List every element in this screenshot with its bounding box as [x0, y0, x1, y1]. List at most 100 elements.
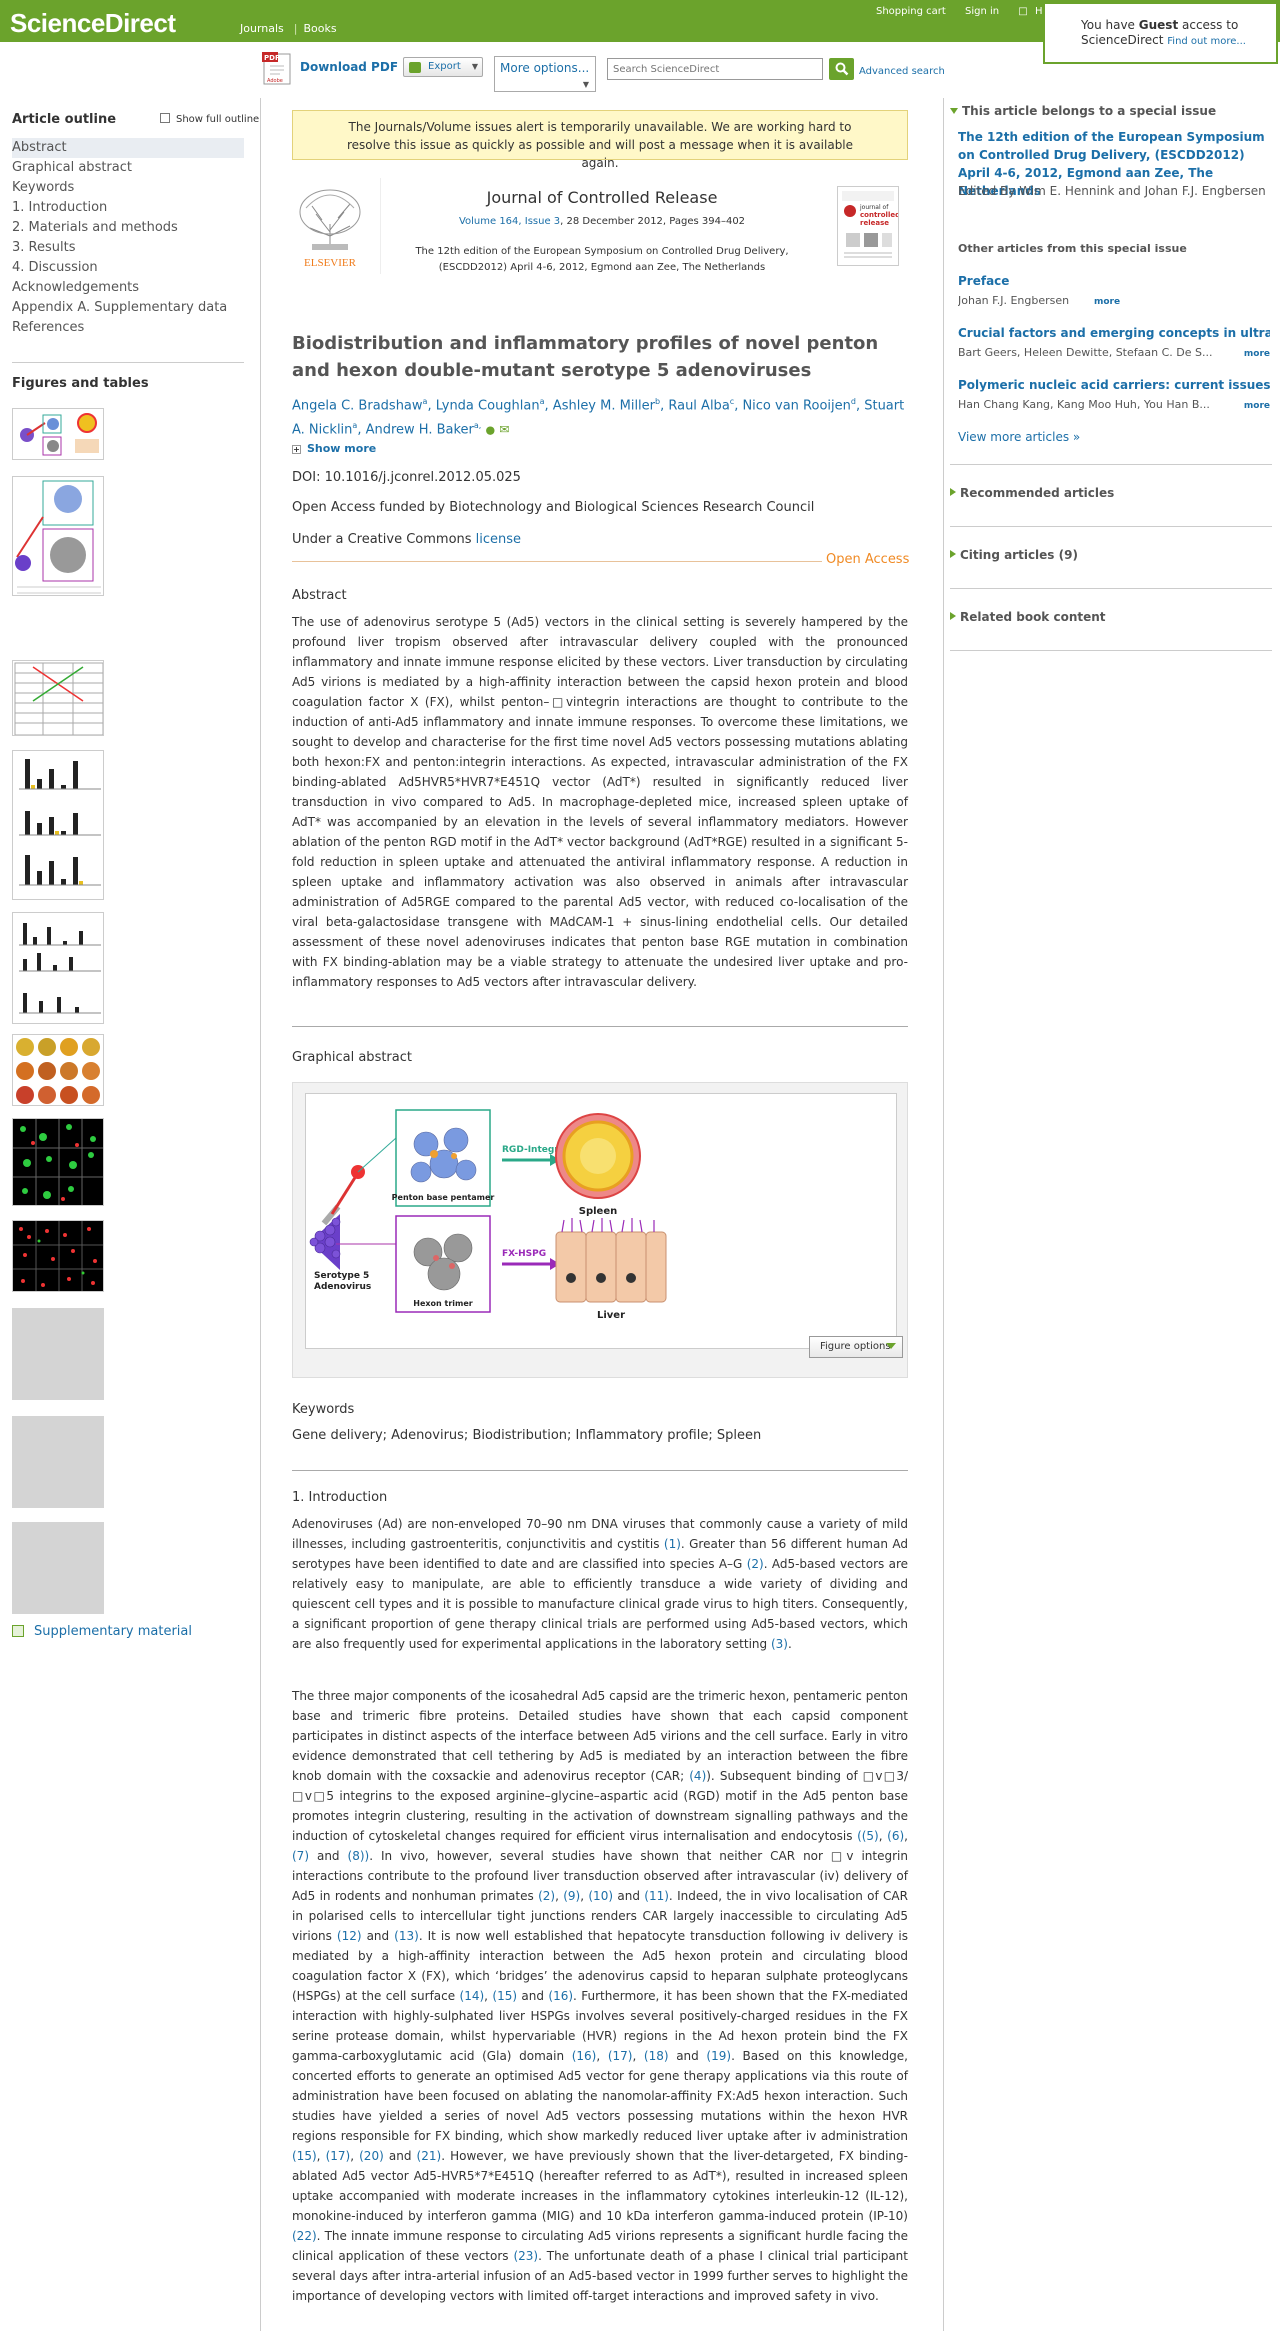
- related-book-content-toggle[interactable]: Related book content: [950, 610, 1106, 624]
- outline-item-acknowledgements[interactable]: Acknowledgements: [12, 278, 244, 298]
- checkbox-icon[interactable]: [160, 113, 170, 123]
- reference-link[interactable]: (21): [417, 2149, 442, 2163]
- author-affiliation[interactable]: b: [655, 397, 660, 406]
- reference-link[interactable]: (15): [492, 1989, 517, 2003]
- reference-link[interactable]: (18): [644, 2049, 669, 2063]
- reference-link[interactable]: (20): [359, 2149, 384, 2163]
- shopping-cart-link[interactable]: Shopping cart: [876, 6, 946, 17]
- more-link[interactable]: more: [1237, 349, 1270, 359]
- recommended-articles-toggle[interactable]: Recommended articles: [950, 486, 1114, 500]
- search-button[interactable]: [829, 58, 854, 80]
- author-affiliation[interactable]: a: [423, 397, 428, 406]
- author-affiliation[interactable]: c: [730, 397, 734, 406]
- figure-thumbnail[interactable]: [12, 1118, 104, 1206]
- more-link[interactable]: more: [1088, 297, 1121, 307]
- show-full-outline-toggle[interactable]: Show full outline: [160, 113, 259, 125]
- outline-item-materials-methods[interactable]: 2. Materials and methods: [12, 218, 244, 238]
- figures-tables-title: Figures and tables: [12, 376, 149, 391]
- reference-link[interactable]: (7): [292, 1849, 309, 1863]
- download-pdf-link[interactable]: Download PDF: [300, 60, 398, 74]
- reference-link[interactable]: (6): [887, 1829, 904, 1843]
- reference-link[interactable]: (3): [771, 1637, 788, 1651]
- reference-link[interactable]: (12): [337, 1929, 362, 1943]
- view-more-articles-link[interactable]: View more articles »: [958, 428, 1270, 446]
- special-issue-heading[interactable]: This article belongs to a special issue: [950, 104, 1216, 118]
- doi[interactable]: DOI: 10.1016/j.jconrel.2012.05.025: [292, 470, 521, 485]
- reference-link[interactable]: (16): [572, 2049, 597, 2063]
- figure-thumbnail[interactable]: [12, 660, 104, 736]
- figure-thumbnail-placeholder[interactable]: [12, 1416, 104, 1508]
- author-link[interactable]: Nico van Rooijen: [742, 398, 850, 413]
- reference-link[interactable]: (2): [538, 1889, 555, 1903]
- advanced-search-link[interactable]: Advanced search: [859, 66, 945, 77]
- author-link[interactable]: Andrew H. Baker: [366, 423, 474, 438]
- license-link[interactable]: license: [476, 532, 521, 547]
- author-affiliation[interactable]: a: [352, 421, 357, 430]
- outline-item-results[interactable]: 3. Results: [12, 238, 244, 258]
- sign-in-link[interactable]: Sign in: [965, 6, 999, 17]
- figure-thumbnail[interactable]: [12, 912, 104, 1024]
- export-button[interactable]: Export ▼: [403, 57, 483, 77]
- help-icon[interactable]: □: [1018, 6, 1027, 17]
- email-icon[interactable]: ✉: [499, 423, 509, 437]
- reference-link[interactable]: (15): [292, 2149, 317, 2163]
- citing-articles-toggle[interactable]: Citing articles (9): [950, 548, 1078, 562]
- figure-thumbnail[interactable]: [12, 408, 104, 460]
- pdf-icon[interactable]: PDF Adobe: [262, 50, 294, 86]
- reference-link[interactable]: (10): [588, 1889, 613, 1903]
- outline-item-references[interactable]: References: [12, 318, 244, 338]
- reference-link[interactable]: (2): [747, 1557, 764, 1571]
- figure-thumbnail[interactable]: [12, 1034, 104, 1106]
- figure-thumbnail[interactable]: [12, 750, 104, 900]
- figure-thumbnail-placeholder[interactable]: [12, 1308, 104, 1400]
- author-link[interactable]: Ashley M. Miller: [553, 398, 655, 413]
- figure-options-button[interactable]: Figure options: [809, 1336, 903, 1358]
- figure-thumbnail[interactable]: [12, 1220, 104, 1292]
- other-article-link[interactable]: Preface: [958, 272, 1270, 290]
- reference-link[interactable]: (22): [292, 2229, 317, 2243]
- show-more-button[interactable]: + Show more: [292, 442, 376, 455]
- reference-link[interactable]: (9): [563, 1889, 580, 1903]
- reference-link[interactable]: (16): [548, 1989, 573, 2003]
- author-link[interactable]: Lynda Coughlan: [436, 398, 540, 413]
- reference-link[interactable]: (1): [664, 1537, 681, 1551]
- outline-item-introduction[interactable]: 1. Introduction: [12, 198, 244, 218]
- outline-item-graphical-abstract[interactable]: Graphical abstract: [12, 158, 244, 178]
- more-link[interactable]: more: [1237, 401, 1270, 411]
- author-link[interactable]: Angela C. Bradshaw: [292, 398, 423, 413]
- reference-link[interactable]: (14): [460, 1989, 485, 2003]
- other-article-link[interactable]: Crucial factors and emerging concepts in…: [958, 324, 1270, 342]
- graphical-abstract-image[interactable]: Serotype 5 Adenovirus Penton base pentam…: [305, 1093, 903, 1358]
- reference-link[interactable]: ((5): [857, 1829, 879, 1843]
- nav-books[interactable]: Books: [304, 22, 337, 35]
- reference-link[interactable]: (17): [608, 2049, 633, 2063]
- reference-link[interactable]: (23): [513, 2249, 538, 2263]
- reference-link[interactable]: (11): [644, 1889, 669, 1903]
- figure-thumbnail[interactable]: [12, 476, 104, 596]
- reference-link[interactable]: (13): [394, 1929, 419, 1943]
- reference-link[interactable]: (19): [706, 2049, 731, 2063]
- nav-journals[interactable]: Journals: [240, 22, 284, 35]
- outline-item-appendix[interactable]: Appendix A. Supplementary data: [12, 298, 244, 318]
- reference-link[interactable]: (8)): [348, 1849, 370, 1863]
- journal-cover-thumbnail[interactable]: journal of controlled release: [837, 186, 900, 266]
- author-link[interactable]: Raul Alba: [668, 398, 729, 413]
- author-affiliation[interactable]: d: [851, 397, 856, 406]
- person-icon[interactable]: ●: [485, 424, 495, 437]
- reference-link[interactable]: (4): [689, 1769, 706, 1783]
- more-options-select[interactable]: More options... ▼: [494, 56, 596, 92]
- other-article-link[interactable]: Polymeric nucleic acid carriers: current…: [958, 376, 1270, 394]
- outline-item-abstract[interactable]: Abstract: [12, 138, 244, 158]
- sciencedirect-logo[interactable]: ScienceDirect: [10, 8, 176, 39]
- figure-thumbnail-placeholder[interactable]: [12, 1522, 104, 1614]
- journal-title[interactable]: Journal of Controlled Release: [392, 188, 812, 207]
- reference-link[interactable]: (17): [326, 2149, 351, 2163]
- elsevier-logo[interactable]: ELSEVIER: [292, 184, 368, 270]
- outline-item-keywords[interactable]: Keywords: [12, 178, 244, 198]
- author-affiliation[interactable]: a,: [474, 421, 481, 430]
- author-affiliation[interactable]: a: [540, 397, 545, 406]
- search-input[interactable]: [607, 58, 823, 80]
- supplementary-material-link[interactable]: Supplementary material: [12, 1624, 192, 1639]
- outline-item-discussion[interactable]: 4. Discussion: [12, 258, 244, 278]
- volume-issue-link[interactable]: Volume 164, Issue 3: [459, 216, 560, 227]
